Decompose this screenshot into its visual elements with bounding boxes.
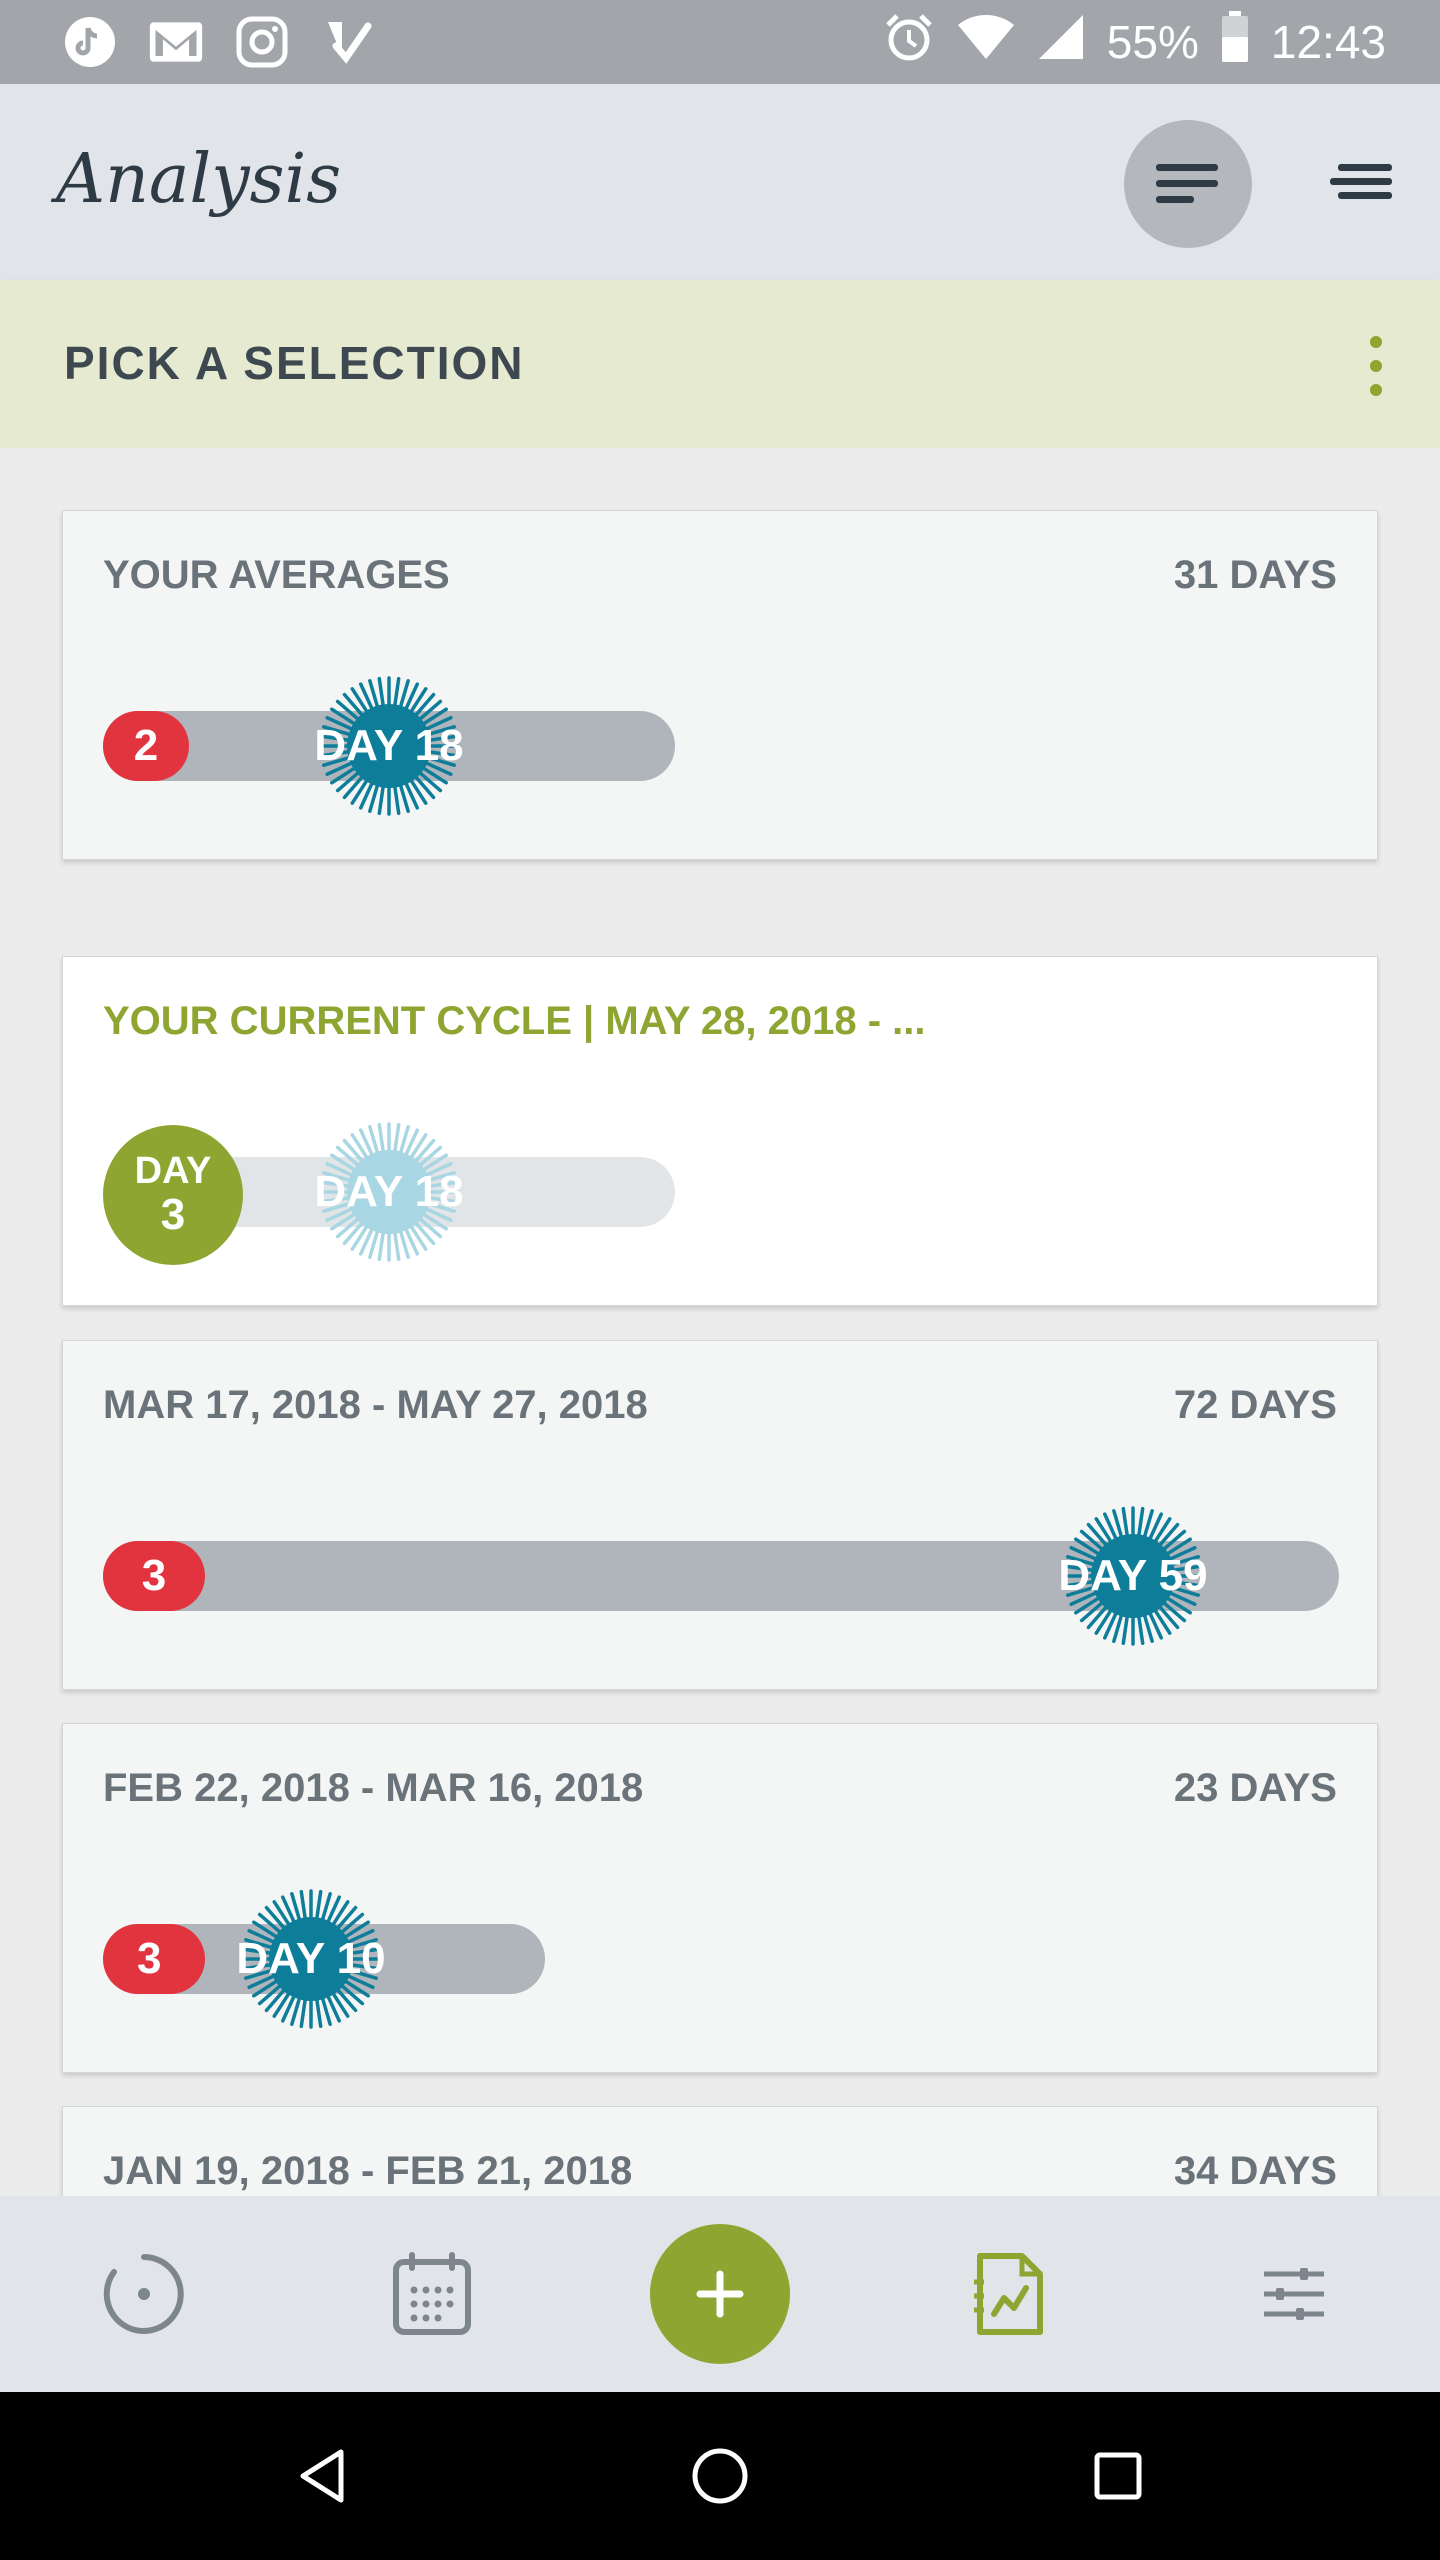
battery-percent: 55% [1106, 16, 1199, 68]
dot [1370, 384, 1382, 396]
ovulation-marker: DAY 18 [314, 1122, 464, 1262]
bottom-nav [0, 2196, 1440, 2392]
clock: 12:43 [1270, 16, 1386, 68]
card-title: YOUR AVERAGES [103, 553, 450, 597]
analysis-icon [974, 2253, 1043, 2335]
back-icon [300, 2449, 344, 2503]
card-days: 23 DAYS [1173, 1766, 1337, 1810]
ovulation-label: DAY 18 [314, 721, 464, 770]
settings-sliders-icon [1264, 2268, 1324, 2320]
back-button[interactable] [274, 2428, 370, 2524]
ovulation-label: DAY 18 [314, 1167, 464, 1216]
ovulation-marker: DAY 59 [1058, 1506, 1208, 1646]
period-badge: 3 [103, 1924, 205, 1994]
card-title: JAN 19, 2018 - FEB 21, 2018 [103, 2149, 633, 2193]
battery-icon [1221, 10, 1249, 74]
recents-button[interactable] [1070, 2428, 1166, 2524]
selection-bar[interactable]: PICK A SELECTION [0, 280, 1440, 448]
averages-card[interactable]: YOUR AVERAGES 31 DAYS 2 DAY 18 [62, 510, 1378, 860]
gmail-icon [148, 14, 204, 70]
tiktok-icon [62, 14, 118, 70]
ovulation-marker: DAY 18 [314, 676, 464, 816]
menu-button[interactable] [1316, 136, 1408, 228]
wifi-icon [957, 13, 1015, 72]
home-button[interactable] [672, 2428, 768, 2524]
instagram-icon [234, 14, 290, 70]
current-day-number: 3 [160, 1189, 186, 1239]
home-icon [692, 2448, 748, 2504]
alarm-icon [883, 11, 935, 74]
app-bar: Analysis [0, 84, 1440, 280]
card-days: 31 DAYS [1173, 553, 1337, 597]
dot [1370, 360, 1382, 372]
nav-analysis[interactable] [960, 2246, 1056, 2342]
ovulation-marker: DAY 10 [236, 1889, 386, 2029]
nav-cycle[interactable] [96, 2246, 192, 2342]
system-nav [0, 2392, 1440, 2560]
period-badge: 3 [103, 1541, 205, 1611]
card-days: 34 DAYS [1173, 2149, 1337, 2193]
sort-icon [1156, 164, 1218, 203]
menu-icon [1330, 164, 1392, 199]
cycle-card[interactable]: MAR 17, 2018 - MAY 27, 2018 72 DAYS 3 DA… [62, 1340, 1378, 1690]
status-indicators: 55% 12:43 [883, 0, 1386, 84]
nav-calendar[interactable] [384, 2246, 480, 2342]
period-badge: 2 [103, 711, 189, 781]
card-days: 72 DAYS [1173, 1383, 1337, 1427]
recents-icon [1094, 2452, 1142, 2500]
ovulation-label: DAY 10 [236, 1934, 386, 1983]
more-options-button[interactable] [1356, 330, 1396, 402]
selection-label: PICK A SELECTION [64, 337, 525, 389]
ovulation-label: DAY 59 [1058, 1551, 1208, 1600]
current-day-label: DAY [134, 1149, 212, 1192]
calendar-icon [393, 2252, 471, 2335]
signal-icon [1037, 13, 1085, 72]
dot [1370, 336, 1382, 348]
cycle-icon [103, 2254, 184, 2334]
sort-button[interactable] [1124, 120, 1252, 248]
task-check-icon [320, 14, 376, 70]
card-title: YOUR CURRENT CYCLE | MAY 28, 2018 - ... [103, 999, 926, 1043]
card-title: FEB 22, 2018 - MAR 16, 2018 [103, 1766, 644, 1810]
page-title: Analysis [56, 140, 342, 219]
current-day-badge: DAY 3 [103, 1125, 243, 1265]
cycle-card[interactable]: JAN 19, 2018 - FEB 21, 2018 34 DAYS [62, 2106, 1378, 2196]
notification-icons [62, 14, 376, 70]
status-bar: 55% 12:43 [0, 0, 1440, 84]
add-icon [696, 2270, 744, 2318]
add-entry-button[interactable] [650, 2224, 790, 2364]
current-cycle-card[interactable]: YOUR CURRENT CYCLE | MAY 28, 2018 - ... … [62, 956, 1378, 1306]
cycle-card[interactable]: FEB 22, 2018 - MAR 16, 2018 23 DAYS 3 DA… [62, 1723, 1378, 2073]
card-title: MAR 17, 2018 - MAY 27, 2018 [103, 1383, 648, 1427]
nav-settings[interactable] [1246, 2246, 1342, 2342]
cycle-list[interactable]: YOUR AVERAGES 31 DAYS 2 DAY 18 YOUR CURR… [0, 448, 1440, 2196]
